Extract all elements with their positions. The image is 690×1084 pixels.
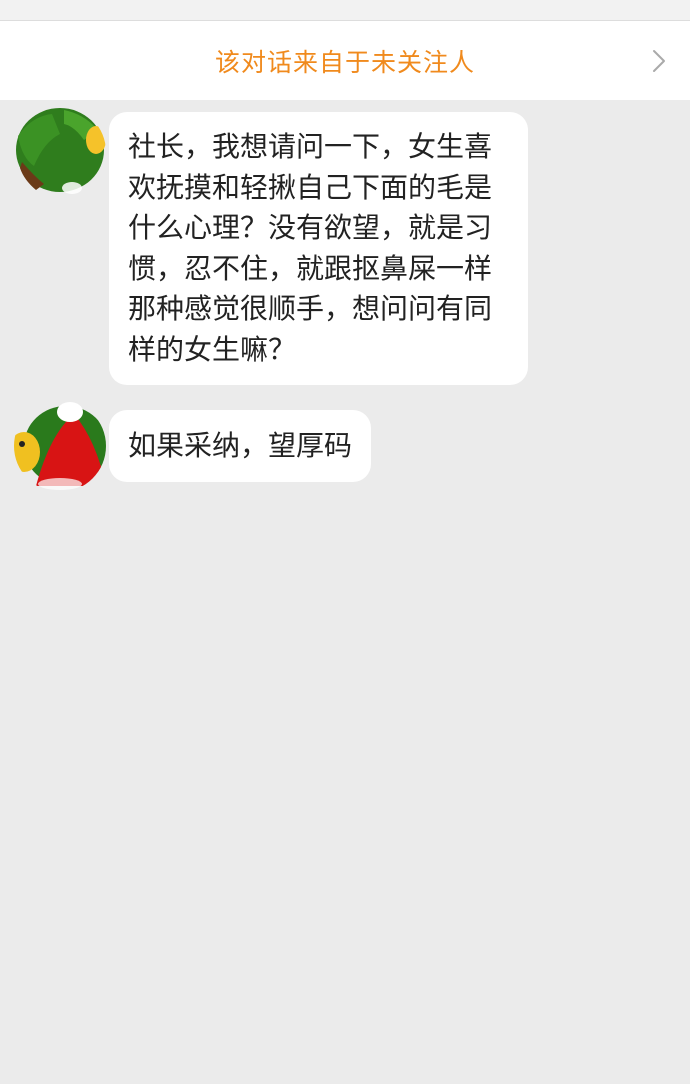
unfollowed-notice-text: 该对话来自于未关注人 xyxy=(214,47,475,77)
message-text: 社长，我想请问一下，女生喜欢抚摸和轻揪自己下面的毛是什么心理？没有欲望，就是习惯… xyxy=(128,130,493,366)
avatar-image xyxy=(14,106,106,198)
top-strip xyxy=(0,0,690,21)
message-bubble[interactable]: 社长，我想请问一下，女生喜欢抚摸和轻揪自己下面的毛是什么心理？没有欲望，就是习惯… xyxy=(109,112,528,385)
sender-avatar[interactable] xyxy=(14,400,106,492)
chevron-right-icon xyxy=(653,49,665,72)
avatar-image xyxy=(14,400,106,492)
sender-avatar[interactable] xyxy=(14,106,106,198)
message-text: 如果采纳，望厚码 xyxy=(128,429,353,462)
message-bubble[interactable]: 如果采纳，望厚码 xyxy=(109,410,372,482)
unfollowed-notice-bar[interactable]: 该对话来自于未关注人 xyxy=(0,21,690,100)
